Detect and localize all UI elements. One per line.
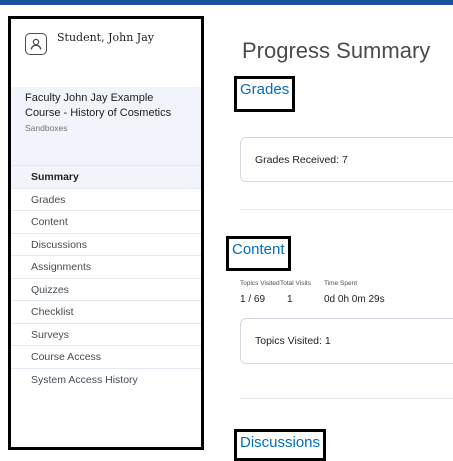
sidebar-item-grades[interactable]: Grades — [11, 187, 201, 211]
sidebar-item-course-access[interactable]: Course Access — [11, 345, 201, 368]
sidebar-item-content[interactable]: Content — [11, 210, 201, 233]
sidebar-item-summary[interactable]: Summary — [11, 165, 201, 188]
grades-heading[interactable]: Grades — [234, 76, 296, 112]
content-heading[interactable]: Content — [226, 236, 291, 271]
course-title: Faculty John Jay Example Course - Histor… — [25, 92, 172, 119]
sidebar-item-checklist[interactable]: Checklist — [11, 300, 201, 323]
total-visits-value: 1 — [287, 294, 293, 305]
total-visits-label: Total Visits — [280, 280, 311, 287]
discussions-heading[interactable]: Discussions — [234, 429, 327, 461]
time-spent-value: 0d 0h 0m 29s — [324, 294, 385, 305]
course-org: Sandboxes — [25, 123, 68, 133]
user-icon — [25, 33, 47, 55]
topics-visited-card: Topics Visited: 1 — [240, 318, 453, 364]
time-spent-label: Time Spent — [324, 280, 357, 287]
section-divider — [240, 209, 453, 210]
topics-visited-value: 1 / 69 — [240, 294, 266, 305]
user-block: Student, John Jay — [11, 19, 201, 87]
user-name: Student, John Jay — [57, 31, 154, 44]
sidebar: Student, John Jay Faculty John Jay Examp… — [8, 16, 204, 450]
section-divider — [240, 398, 453, 399]
topics-visited-text: Topics Visited: 1 — [255, 335, 331, 347]
top-navbar-strip — [0, 0, 453, 5]
sidebar-item-quizzes[interactable]: Quizzes — [11, 277, 201, 301]
sidebar-item-system-access-history[interactable]: System Access History — [11, 367, 201, 391]
sidebar-item-surveys[interactable]: Surveys — [11, 322, 201, 346]
course-info: Faculty John Jay Example Course - Histor… — [11, 87, 201, 165]
sidebar-item-discussions[interactable]: Discussions — [11, 232, 201, 256]
grades-received-text: Grades Received: 7 — [255, 153, 348, 166]
topics-visited-label: Topics Visited — [240, 280, 280, 287]
grades-card: Grades Received: 7 — [240, 137, 453, 182]
page-title: Progress Summary — [242, 38, 431, 63]
sidebar-item-assignments[interactable]: Assignments — [11, 255, 201, 278]
